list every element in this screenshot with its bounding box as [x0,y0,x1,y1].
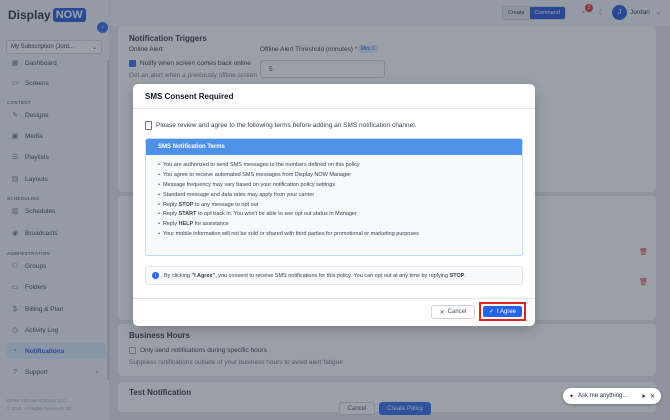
dialog-title: SMS Consent Required [145,92,234,101]
term-item: Your mobile information will not be sold… [158,230,522,240]
term-item: Message frequency may vary based on your… [158,181,522,191]
terms-list: You are authorized to send SMS messages … [146,155,522,240]
info-icon: i [152,272,159,279]
term-item: You are authorized to send SMS messages … [158,161,522,171]
sms-consent-dialog: SMS Consent Required Please review and a… [133,84,535,326]
sms-terms-box: SMS Notification Terms You are authorize… [145,138,523,256]
sparkle-icon: ✦ [569,393,575,400]
close-icon: ✕ [439,309,445,316]
agree-highlight: ✓ I Agree [479,302,526,321]
assistant-input[interactable]: ✦ Ask me anything... ➤ ✕ [563,388,661,404]
send-icon[interactable]: ➤ [641,393,646,400]
term-item: You agree to receive automated SMS messa… [158,171,522,181]
term-item: Reply START to opt back in. You won't be… [158,210,522,220]
consent-notice: i By clicking "I Agree", you consent to … [145,266,523,285]
divider [133,298,535,299]
dialog-intro: Please review and agree to the following… [145,121,417,130]
i-agree-button[interactable]: ✓ I Agree [483,306,522,317]
divider [133,108,535,109]
term-item: Reply HELP for assistance [158,220,522,230]
check-icon: ✓ [488,309,494,315]
dialog-cancel-button[interactable]: ✕ Cancel [431,305,475,319]
terms-title: SMS Notification Terms [146,139,522,155]
phone-icon [145,121,152,130]
term-item: Standard message and data rates may appl… [158,191,522,201]
close-icon[interactable]: ✕ [650,393,655,400]
term-item: Reply STOP to any message to opt out [158,201,522,211]
